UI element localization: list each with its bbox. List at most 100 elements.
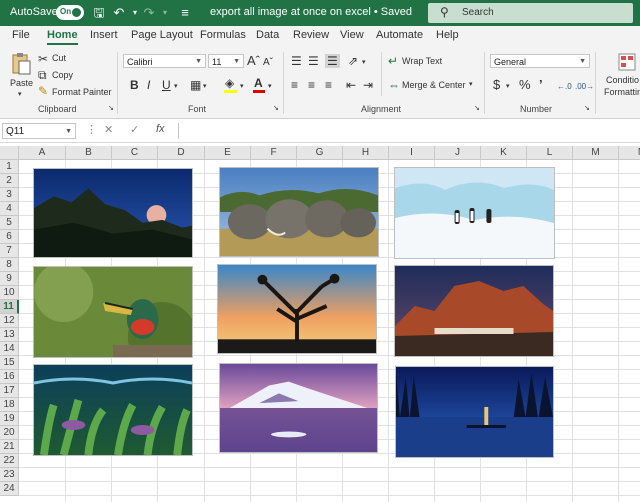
fill-color-dropdown-icon[interactable]: ▾ [240,80,244,94]
row-header-13[interactable]: 13 [0,328,19,342]
picture-moonrise-over-hills[interactable] [33,168,193,258]
column-header-e[interactable]: E [205,146,251,160]
tab-page-layout[interactable]: Page Layout [131,29,193,41]
column-header-c[interactable]: C [112,146,158,160]
tab-automate[interactable]: Automate [376,29,423,41]
orientation-icon[interactable]: ⇗ [348,54,358,68]
row-header-17[interactable]: 17 [0,384,19,398]
column-header-a[interactable]: A [19,146,66,160]
row-header-7[interactable]: 7 [0,244,19,258]
row-header-21[interactable]: 21 [0,440,19,454]
paste-dropdown-icon[interactable]: ▾ [18,90,22,98]
column-header-n[interactable]: N [619,146,640,160]
row-header-2[interactable]: 2 [0,174,19,188]
column-header-k[interactable]: K [481,146,527,160]
decrease-decimal-icon[interactable]: .00→ [575,80,594,94]
wrap-text-icon[interactable]: ↵ [388,54,398,68]
increase-indent-icon[interactable]: ⇥ [363,78,373,92]
font-color-dropdown-icon[interactable]: ▾ [268,80,272,94]
formula-input[interactable] [178,123,639,139]
column-header-f[interactable]: F [251,146,297,160]
tab-review[interactable]: Review [293,29,329,41]
copy-icon[interactable]: ⧉ [38,68,47,82]
copy-button[interactable]: Copy [52,70,73,80]
font-size-select[interactable]: 11 ▼ [208,54,244,68]
row-header-18[interactable]: 18 [0,398,19,412]
row-header-10[interactable]: 10 [0,286,19,300]
merge-center-icon[interactable]: ⇔ [388,78,400,92]
decrease-indent-icon[interactable]: ⇤ [346,78,356,92]
tab-help[interactable]: Help [436,29,459,41]
font-launcher-icon[interactable]: ↘ [273,104,279,112]
bold-button[interactable]: B [130,78,139,92]
row-header-24[interactable]: 24 [0,482,19,496]
comma-style-icon[interactable]: ’ [539,78,543,92]
name-box[interactable]: Q11 ▼ [2,123,76,139]
row-header-20[interactable]: 20 [0,426,19,440]
autosave-toggle[interactable]: On [56,5,84,20]
row-header-1[interactable]: 1 [0,160,19,174]
alignment-launcher-icon[interactable]: ↘ [474,104,480,112]
picture-night-lake-lighthouse[interactable] [395,366,554,458]
tab-formulas[interactable]: Formulas [200,29,246,41]
column-header-b[interactable]: B [66,146,112,160]
currency-icon[interactable]: $ [493,78,500,92]
column-header-m[interactable]: M [573,146,619,160]
align-top-icon[interactable]: ☰ [291,54,302,68]
format-painter-icon[interactable]: ✎ [38,84,48,98]
cancel-icon[interactable]: ✕ [104,123,113,136]
column-header-l[interactable]: L [527,146,573,160]
tab-insert[interactable]: Insert [90,29,118,41]
chevron-down-icon[interactable]: ▼ [65,124,72,140]
column-header-g[interactable]: G [297,146,343,160]
font-color-icon[interactable]: A [254,76,263,90]
merge-dropdown-icon[interactable]: ▾ [469,80,473,88]
picture-joshua-tree-sunset[interactable] [217,264,377,354]
clipboard-launcher-icon[interactable]: ↘ [108,104,114,112]
cut-icon[interactable]: ✂ [38,52,48,66]
redo-dropdown-icon[interactable]: ▾ [156,4,174,22]
cut-button[interactable]: Cut [52,53,66,63]
row-header-11[interactable]: 11 [0,300,19,314]
picture-red-rock-village[interactable] [394,265,554,357]
row-header-6[interactable]: 6 [0,230,19,244]
column-header-d[interactable]: D [158,146,205,160]
worksheet-grid[interactable]: ABCDEFGHIJKLMN12345678910111213141516171… [0,146,640,502]
column-header-j[interactable]: J [435,146,481,160]
row-header-3[interactable]: 3 [0,188,19,202]
picture-toucan-bird[interactable] [33,266,193,358]
customize-toolbar-icon[interactable]: ≡ [176,4,194,22]
picture-penguins-on-ice[interactable] [394,167,555,259]
conditional-formatting-icon[interactable] [618,53,636,71]
row-header-14[interactable]: 14 [0,342,19,356]
column-header-i[interactable]: I [389,146,435,160]
picture-aquatic-plants-underwater[interactable] [33,364,193,456]
orientation-dropdown-icon[interactable]: ▾ [362,56,366,70]
percent-icon[interactable]: % [519,78,531,92]
align-center-icon[interactable]: ≡ [308,78,315,92]
increase-decimal-icon[interactable]: ←.0 [557,80,572,94]
row-header-22[interactable]: 22 [0,454,19,468]
borders-icon[interactable]: ▦ [190,78,201,92]
row-header-15[interactable]: 15 [0,356,19,370]
select-all-corner[interactable] [0,146,19,160]
row-header-8[interactable]: 8 [0,258,19,272]
tab-data[interactable]: Data [256,29,279,41]
column-header-h[interactable]: H [343,146,389,160]
borders-dropdown-icon[interactable]: ▾ [203,80,207,94]
row-header-5[interactable]: 5 [0,216,19,230]
number-launcher-icon[interactable]: ↘ [584,104,590,112]
underline-button[interactable]: U [162,78,171,92]
align-middle-icon[interactable]: ☰ [308,54,319,68]
row-header-16[interactable]: 16 [0,370,19,384]
underline-dropdown-icon[interactable]: ▾ [174,80,178,94]
save-icon[interactable]: 🖫 [90,4,108,22]
tab-view[interactable]: View [340,29,364,41]
align-left-icon[interactable]: ≡ [291,78,298,92]
fill-color-icon[interactable]: ◈ [225,76,234,90]
italic-button[interactable]: I [147,78,150,92]
align-bottom-icon[interactable]: ☰ [325,54,340,68]
currency-dropdown-icon[interactable]: ▾ [506,80,510,94]
tab-home[interactable]: Home [47,29,78,45]
picture-elephant-herd[interactable] [219,167,379,257]
